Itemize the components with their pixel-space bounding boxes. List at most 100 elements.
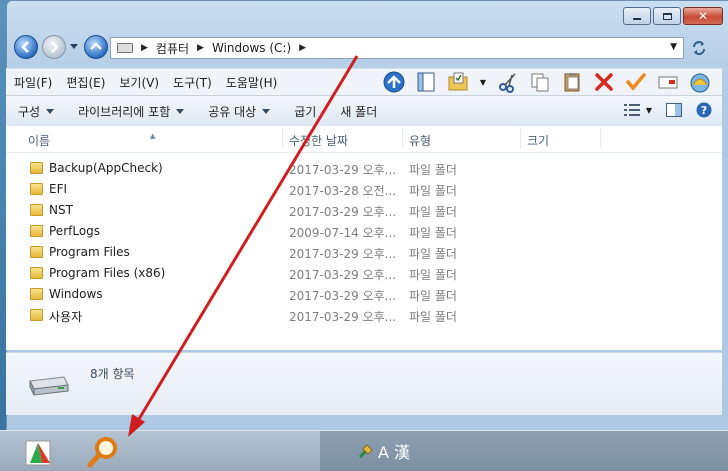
window-caption-buttons: ✕ xyxy=(623,7,723,25)
taskbar-app-icon[interactable] xyxy=(24,437,54,467)
back-arrow-icon xyxy=(21,41,29,53)
table-row[interactable]: Program Files 2017-03-29 오후... 파일 폴더 xyxy=(6,242,722,263)
menu-file[interactable]: 파일(F) xyxy=(8,74,58,91)
file-name: 사용자 xyxy=(49,310,83,324)
breadcrumb-drive[interactable]: Windows (C:) xyxy=(212,41,291,55)
menu-tools[interactable]: 도구(T) xyxy=(167,74,218,91)
chevron-down-icon: ▼ xyxy=(645,105,652,115)
close-button[interactable]: ✕ xyxy=(683,7,723,25)
refresh-icon xyxy=(693,41,705,55)
column-divider[interactable] xyxy=(520,128,521,148)
toolbar-up-button[interactable] xyxy=(382,70,406,94)
minimize-button[interactable] xyxy=(623,7,651,25)
maximize-button[interactable] xyxy=(653,7,681,25)
details-view-icon xyxy=(623,104,640,116)
column-type[interactable]: 유형 xyxy=(409,132,431,149)
file-type: 파일 폴더 xyxy=(409,247,457,261)
drive-icon xyxy=(117,43,133,53)
chevron-right-icon: ▶ xyxy=(299,43,307,53)
language-bar-icon xyxy=(358,444,373,459)
scissors-icon xyxy=(499,73,516,93)
help-icon[interactable]: ? xyxy=(696,102,712,118)
navigation-bar: ▶ 컴퓨터 ▶ Windows (C:) ▶ ▼ xyxy=(6,34,722,62)
table-row[interactable]: Program Files (x86) 2017-03-29 오후... 파일 폴더 xyxy=(6,263,722,284)
toolbar-options-dropdown[interactable]: ▼ xyxy=(478,70,488,94)
burn-label: 굽기 xyxy=(294,104,317,119)
breadcrumb-computer[interactable]: 컴퓨터 xyxy=(156,40,189,57)
column-divider[interactable] xyxy=(600,128,601,148)
folder-icon xyxy=(30,267,43,279)
column-divider[interactable] xyxy=(402,128,403,148)
recent-pages-dropdown[interactable] xyxy=(70,44,78,49)
table-row[interactable]: Backup(AppCheck) 2017-03-29 오후... 파일 폴더 xyxy=(6,158,722,179)
new-folder-label: 새 폴더 xyxy=(340,104,378,119)
table-row[interactable]: EFI 2017-03-28 오전... 파일 폴더 xyxy=(6,179,722,200)
column-header: ▲ 이름 수정한 날짜 유형 크기 xyxy=(6,126,722,153)
folder-options-icon xyxy=(448,72,468,91)
sort-ascending-icon: ▲ xyxy=(150,132,156,140)
breadcrumb: ▶ 컴퓨터 ▶ Windows (C:) ▶ xyxy=(133,40,314,57)
column-name[interactable]: 이름 xyxy=(28,132,50,149)
file-date: 2017-03-29 오후... xyxy=(289,289,397,303)
chevron-down-icon xyxy=(46,108,55,114)
address-dropdown-icon[interactable]: ▼ xyxy=(670,42,677,52)
menu-help[interactable]: 도움말(H) xyxy=(220,74,284,91)
file-date: 2017-03-29 오후... xyxy=(289,310,397,324)
command-bar-right: ▼ ? xyxy=(623,102,712,118)
menu-view[interactable]: 보기(V) xyxy=(113,74,165,91)
file-date: 2009-07-14 오후... xyxy=(289,226,397,240)
address-bar[interactable]: ▶ 컴퓨터 ▶ Windows (C:) ▶ ▼ xyxy=(110,37,684,59)
organize-button[interactable]: 구성 xyxy=(6,103,66,120)
file-type: 파일 폴더 xyxy=(409,226,457,240)
ime-text: A 漢 xyxy=(378,443,411,462)
toolbar-properties-button[interactable] xyxy=(656,70,680,94)
view-options-button[interactable]: ▼ xyxy=(623,104,652,116)
hard-drive-icon xyxy=(29,376,69,396)
toolbar-paste-button[interactable] xyxy=(560,70,584,94)
menu-edit[interactable]: 편집(E) xyxy=(60,74,111,91)
column-divider[interactable] xyxy=(282,128,283,148)
table-row[interactable]: Windows 2017-03-29 오후... 파일 폴더 xyxy=(6,284,722,305)
delete-x-icon xyxy=(595,73,613,91)
toolbar-cut-button[interactable] xyxy=(496,70,520,94)
column-size[interactable]: 크기 xyxy=(527,132,549,149)
toolbar: ▼ xyxy=(382,70,712,94)
toolbar-shell-button[interactable] xyxy=(688,70,712,94)
magnifier-app-icon[interactable] xyxy=(86,435,120,469)
folder-icon xyxy=(30,246,43,258)
burn-button[interactable]: 굽기 xyxy=(282,103,328,120)
new-folder-button[interactable]: 새 폴더 xyxy=(328,103,389,120)
toolbar-check-button[interactable] xyxy=(624,70,648,94)
refresh-button[interactable] xyxy=(690,39,708,57)
column-date[interactable]: 수정한 날짜 xyxy=(289,132,348,149)
toolbar-panel-button[interactable] xyxy=(414,70,438,94)
chevron-down-icon: ▼ xyxy=(479,77,487,87)
forward-button[interactable] xyxy=(42,35,66,59)
back-button[interactable] xyxy=(14,35,38,59)
up-button[interactable] xyxy=(84,35,108,59)
minimize-icon xyxy=(633,18,641,20)
file-name: PerfLogs xyxy=(49,224,101,238)
file-date: 2017-03-29 오후... xyxy=(289,268,397,282)
file-name: EFI xyxy=(49,182,68,196)
folder-icon xyxy=(30,225,43,237)
toolbar-folder-options-button[interactable] xyxy=(446,70,470,94)
toolbar-delete-button[interactable] xyxy=(592,70,616,94)
include-in-library-button[interactable]: 라이브러리에 포함 xyxy=(66,103,196,120)
file-date: 2017-03-28 오전... xyxy=(289,184,397,198)
file-name: Windows xyxy=(49,287,103,301)
folder-icon xyxy=(30,162,43,174)
table-row[interactable]: 사용자 2017-03-29 오후... 파일 폴더 xyxy=(6,305,722,326)
table-row[interactable]: PerfLogs 2009-07-14 오후... 파일 폴더 xyxy=(6,221,722,242)
file-name: Program Files xyxy=(49,245,130,259)
share-with-label: 공유 대상 xyxy=(208,104,257,119)
taskbar: A 漢 xyxy=(0,430,728,471)
share-with-button[interactable]: 공유 대상 xyxy=(196,103,282,120)
preview-pane-icon[interactable] xyxy=(666,103,682,117)
table-row[interactable]: NST 2017-03-29 오후... 파일 폴더 xyxy=(6,200,722,221)
ime-indicator[interactable]: A 漢 xyxy=(358,439,410,463)
folder-icon xyxy=(30,204,43,216)
toolbar-copy-button[interactable] xyxy=(528,70,552,94)
file-name: Backup(AppCheck) xyxy=(49,161,163,175)
up-arrow-icon xyxy=(90,42,102,50)
